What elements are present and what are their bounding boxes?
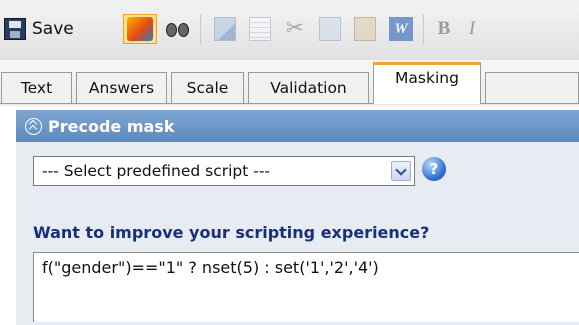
script-wizard-button[interactable] <box>123 14 157 44</box>
select-value: --- Select predefined script --- <box>42 162 271 180</box>
collapse-icon[interactable] <box>25 117 42 135</box>
tab-validation[interactable]: Validation <box>248 72 369 103</box>
find-button[interactable] <box>162 14 194 44</box>
italic-button[interactable]: I <box>462 14 482 44</box>
save-label: Save <box>32 19 74 39</box>
panel-title: Precode mask <box>48 116 175 136</box>
script-text: f("gender")=="1" ? nset(5) : set('1','2'… <box>42 258 379 277</box>
chevron-down-icon[interactable] <box>391 161 411 181</box>
save-button[interactable]: Save <box>2 14 112 44</box>
script-editor[interactable]: f("gender")=="1" ? nset(5) : set('1','2'… <box>33 252 579 322</box>
edit-button[interactable] <box>210 14 240 44</box>
word-paste-button[interactable]: W <box>385 14 417 44</box>
tab-answers[interactable]: Answers <box>76 72 167 103</box>
tab-masking[interactable]: Masking <box>373 62 481 104</box>
toolbar-separator <box>423 14 424 44</box>
scissors-icon: ✂ <box>285 16 305 41</box>
tab-scale[interactable]: Scale <box>171 72 244 103</box>
cut-button[interactable]: ✂ <box>280 14 310 44</box>
toolbar-separator <box>200 14 201 44</box>
edit-icon <box>214 17 236 41</box>
binoculars-icon <box>165 19 191 39</box>
paste-button[interactable] <box>350 14 380 44</box>
predefined-script-select[interactable]: --- Select predefined script --- <box>33 156 415 186</box>
tab-next[interactable] <box>485 72 579 103</box>
word-icon: W <box>389 17 413 41</box>
save-icon <box>4 18 26 40</box>
script-wizard-icon <box>127 17 153 41</box>
copy-icon <box>319 17 341 41</box>
tab-baseline <box>0 103 579 104</box>
tab-text[interactable]: Text <box>1 72 72 103</box>
panel-header[interactable]: Precode mask <box>16 110 579 142</box>
document-icon <box>249 17 271 41</box>
document-button[interactable] <box>245 14 275 44</box>
paste-icon <box>354 17 376 41</box>
copy-button[interactable] <box>315 14 345 44</box>
help-icon[interactable]: ? <box>422 157 446 181</box>
bold-button[interactable]: B <box>432 14 456 44</box>
improve-scripting-link[interactable]: Want to improve your scripting experienc… <box>33 223 429 242</box>
